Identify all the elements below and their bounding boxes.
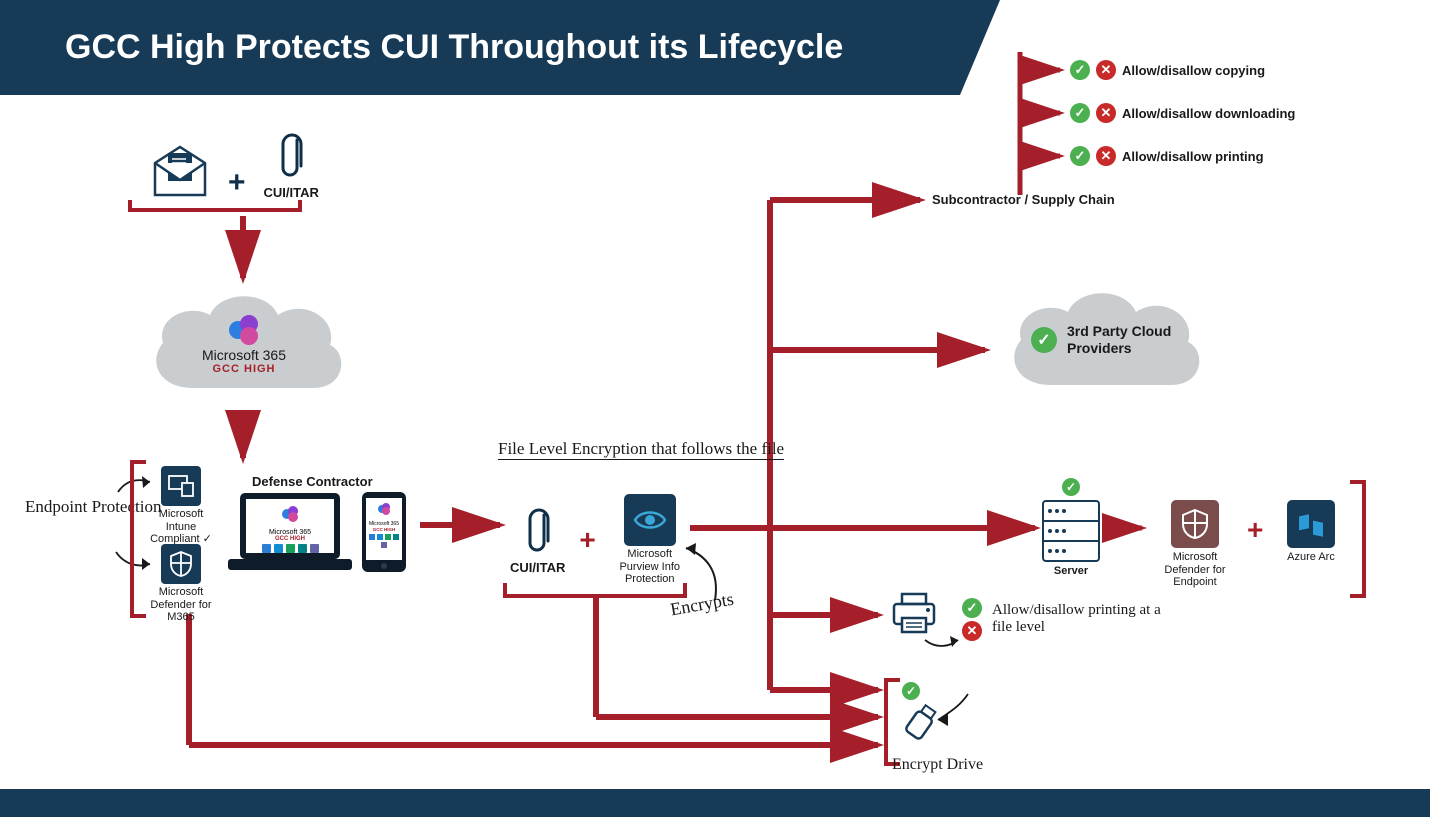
email-attachment-group: + CUI/ITAR <box>150 130 319 200</box>
allow-printing-row: ✓ ✕ Allow/disallow printing <box>1070 146 1264 166</box>
paperclip-icon <box>278 130 304 180</box>
check-icon: ✓ <box>962 598 982 618</box>
purview-label: Microsoft Purview Info Protection <box>610 548 690 586</box>
m365-logo-small-icon <box>280 504 300 524</box>
laptop-icon: Microsoft 365 GCC HIGH <box>226 490 354 580</box>
encrypt-drive-label: Encrypt Drive <box>892 756 983 774</box>
m365-cloud: Microsoft 365 GCC HIGH <box>138 283 350 418</box>
plus-1: + <box>228 166 246 200</box>
defender-m365-label: Microsoft Defender for M365 <box>150 586 212 624</box>
intune-block: Microsoft Intune Compliant ✓ <box>150 466 212 546</box>
gcc-high-small-1: GCC HIGH <box>246 536 334 542</box>
allow-copying-row: ✓ ✕ Allow/disallow copying <box>1070 60 1265 80</box>
gcc-high-label: GCC HIGH <box>138 363 350 375</box>
bracket-endpoint <box>130 460 146 618</box>
shield-icon <box>170 551 192 577</box>
intune-label: Microsoft Intune Compliant ✓ <box>150 508 212 546</box>
shield-icon <box>1182 509 1208 539</box>
defender-m365-block: Microsoft Defender for M365 <box>150 544 212 624</box>
bracket-usb <box>884 678 900 766</box>
check-icon: ✓ <box>1062 478 1080 496</box>
file-level-encryption-label: File Level Encryption that follows the f… <box>498 440 784 460</box>
bracket-server <box>1350 480 1366 598</box>
allow-downloading-label: Allow/disallow downloading <box>1122 106 1295 121</box>
third-party-label: 3rd Party Cloud Providers <box>1067 323 1177 357</box>
x-icon: ✕ <box>962 621 982 641</box>
allow-printing-label: Allow/disallow printing <box>1122 149 1264 164</box>
intune-icon <box>168 475 194 497</box>
usb-block: ✓ <box>902 682 940 746</box>
server-label: Server <box>1042 565 1100 578</box>
server-icon <box>1042 500 1100 562</box>
purview-group: CUI/ITAR + Microsoft Purview Info Protec… <box>510 494 690 586</box>
allow-downloading-row: ✓ ✕ Allow/disallow downloading <box>1070 103 1295 123</box>
m365-small-label: Microsoft 365 <box>246 529 334 536</box>
azure-arc-label: Azure Arc <box>1276 551 1346 564</box>
m365-logo-phone-icon <box>377 502 391 516</box>
m365-logo-icon <box>227 313 261 347</box>
plus-3: + <box>1247 514 1263 546</box>
azure-arc-icon <box>1296 511 1326 537</box>
check-icon: ✓ <box>902 682 920 700</box>
x-icon: ✕ <box>1096 60 1116 80</box>
subcontractor-label: Subcontractor / Supply Chain <box>932 192 1115 207</box>
defender-endpoint-block: Microsoft Defender for Endpoint <box>1150 500 1240 589</box>
third-party-cloud: ✓ 3rd Party Cloud Providers <box>996 285 1216 410</box>
check-icon: ✓ <box>1031 327 1057 353</box>
paperclip-icon-2 <box>525 505 551 555</box>
x-icon: ✕ <box>1096 146 1116 166</box>
purview-eye-icon <box>633 509 667 531</box>
print-file-level-label: Allow/disallow printing at a file level <box>992 602 1172 637</box>
usb-drive-icon <box>902 702 940 746</box>
printer-block <box>890 592 938 641</box>
plus-2: + <box>579 524 595 556</box>
cui-itar-label-2: CUI/ITAR <box>510 560 565 575</box>
check-icon: ✓ <box>1070 146 1090 166</box>
defense-contractor-label: Defense Contractor <box>252 474 373 489</box>
x-icon: ✕ <box>1096 103 1116 123</box>
phone-icon: Microsoft 365 GCC HIGH <box>360 490 408 580</box>
defender-endpoint-label: Microsoft Defender for Endpoint <box>1150 551 1240 589</box>
check-icon: ✓ <box>1070 103 1090 123</box>
email-icon <box>150 145 210 200</box>
printer-icon <box>890 592 938 636</box>
cui-itar-label-1: CUI/ITAR <box>264 185 319 200</box>
gcc-high-small-2: GCC HIGH <box>366 527 402 532</box>
azure-arc-block: Azure Arc <box>1276 500 1346 564</box>
m365-label: Microsoft 365 <box>138 347 350 363</box>
allow-copying-label: Allow/disallow copying <box>1122 63 1265 78</box>
server-block: ✓ Server <box>1042 478 1100 578</box>
printer-badges: ✓ ✕ <box>962 598 982 641</box>
check-icon: ✓ <box>1070 60 1090 80</box>
